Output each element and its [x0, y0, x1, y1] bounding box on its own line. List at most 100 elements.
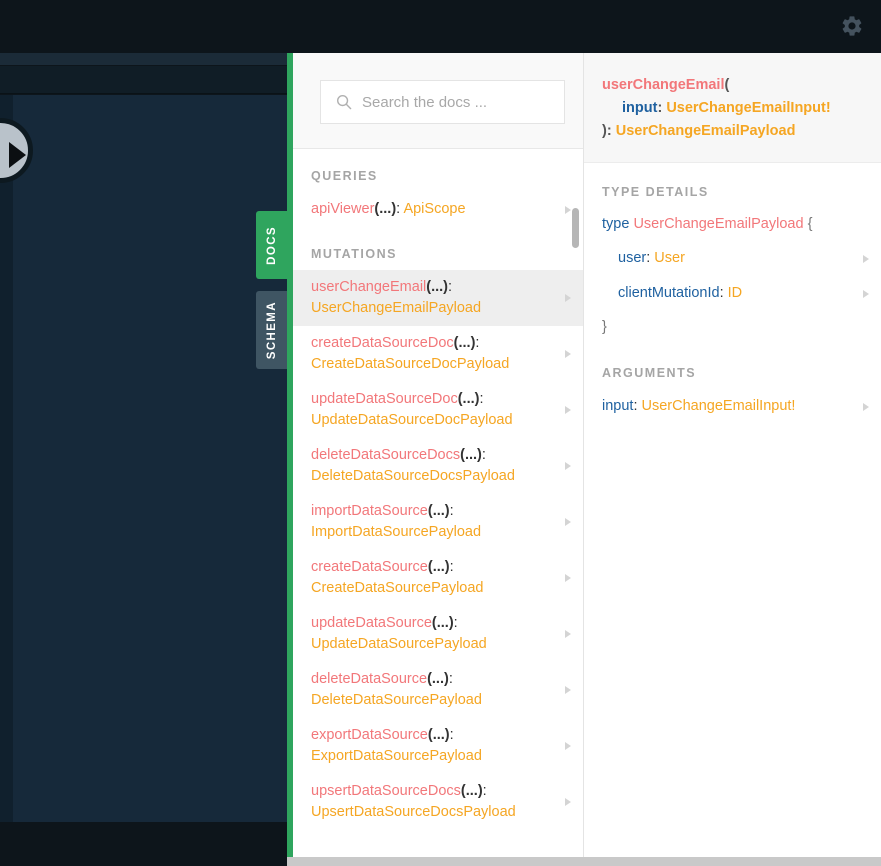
docs-field-colon: :: [448, 671, 453, 687]
play-icon: [9, 142, 26, 168]
graphiql-app: DOCS SCHEMA QUERIESapiViewer(...): ApiSc…: [0, 0, 881, 866]
docs-field-name: updateDataSource: [311, 615, 432, 631]
docs-field-name: apiViewer: [311, 201, 375, 217]
query-editor-body[interactable]: [0, 95, 287, 822]
docs-field-type: CreateDataSourceDocPayload: [311, 356, 510, 372]
docs-scrollbar-thumb[interactable]: [572, 208, 579, 248]
docs-field-args: (...): [427, 559, 450, 575]
type-open-brace: {: [807, 216, 813, 232]
details-panel: userChangeEmail( input: UserChangeEmailI…: [583, 53, 881, 866]
type-close-brace: }: [602, 319, 607, 335]
signature-arg-type[interactable]: UserChangeEmailInput!: [666, 100, 830, 116]
chevron-right-icon: [565, 518, 571, 526]
search-icon: [336, 94, 352, 110]
chevron-right-icon: [863, 289, 869, 298]
signature-arg-name: input: [622, 100, 658, 116]
type-field-type: User: [654, 250, 685, 266]
chevron-right-icon: [863, 254, 869, 263]
type-field-row[interactable]: clientMutationId: ID: [584, 276, 881, 311]
editor-line-gutter: [0, 95, 13, 822]
field-signature: userChangeEmail( input: UserChangeEmailI…: [584, 53, 881, 163]
docs-field-colon: :: [449, 559, 454, 575]
editor-tab-bar[interactable]: [0, 66, 287, 94]
docs-field-row[interactable]: exportDataSource(...): ExportDataSourcePa…: [293, 718, 583, 774]
docs-field-row[interactable]: updateDataSource(...): UpdateDataSourcePa…: [293, 606, 583, 662]
docs-field-name: upsertDataSourceDocs: [311, 783, 461, 799]
horizontal-scrollbar[interactable]: [287, 857, 881, 866]
tab-schema-label: SCHEMA: [265, 300, 278, 360]
signature-arg-colon: :: [657, 100, 663, 116]
docs-field-colon: :: [481, 447, 486, 463]
docs-field-row[interactable]: updateDataSourceDoc(...): UpdateDataSourc…: [293, 382, 583, 438]
docs-panel: QUERIESapiViewer(...): ApiScopeMUTATIONS…: [287, 53, 583, 866]
search-input[interactable]: [362, 93, 552, 111]
docs-field-row[interactable]: deleteDataSource(...): DeleteDataSourcePa…: [293, 662, 583, 718]
editor-footer: [0, 822, 287, 866]
docs-field-row[interactable]: apiViewer(...): ApiScope: [293, 192, 583, 227]
docs-list[interactable]: QUERIES apiViewer(...): ApiScope MUTATIONS…: [293, 149, 583, 866]
docs-field-type: UpdateDataSourcePayload: [311, 636, 487, 652]
chevron-right-icon: [565, 630, 571, 638]
chevron-right-icon: [565, 798, 571, 806]
chevron-right-icon: [565, 406, 571, 414]
docs-field-name: createDataSource: [311, 559, 428, 575]
search-box[interactable]: [320, 80, 565, 124]
docs-section-title: QUERIES: [311, 169, 378, 183]
arguments-heading: ARGUMENTS: [602, 366, 697, 380]
docs-field-colon: :: [449, 503, 454, 519]
docs-field-row[interactable]: deleteDataSourceDocs(...): DeleteDataSour…: [293, 438, 583, 494]
docs-field-row[interactable]: userChangeEmail(...): UserChangeEmailPayl…: [293, 270, 583, 326]
docs-field-colon: :: [475, 335, 480, 351]
docs-field-type: ApiScope: [403, 201, 466, 217]
argument-name: input: [602, 398, 634, 414]
type-declaration: type UserChangeEmailPayload {: [584, 208, 881, 241]
docs-field-type: ExportDataSourcePayload: [311, 748, 482, 764]
docs-search-area: [293, 53, 583, 149]
signature-return-colon: :: [606, 123, 612, 139]
tab-docs[interactable]: DOCS: [256, 211, 287, 279]
docs-field-row[interactable]: createDataSource(...): CreateDataSourcePa…: [293, 550, 583, 606]
docs-field-row[interactable]: importDataSource(...): ImportDataSourcePa…: [293, 494, 583, 550]
docs-field-colon: :: [479, 391, 484, 407]
docs-field-colon: :: [448, 279, 453, 295]
docs-field-type: DeleteDataSourceDocsPayload: [311, 468, 515, 484]
signature-open-paren: (: [724, 77, 730, 93]
docs-field-args: (...): [460, 783, 483, 799]
docs-field-args: (...): [374, 201, 397, 217]
docs-field-colon: :: [453, 615, 458, 631]
type-field-name: clientMutationId: [618, 285, 720, 301]
docs-field-name: deleteDataSource: [311, 671, 428, 687]
tab-docs-label: DOCS: [265, 225, 278, 265]
settings-button[interactable]: [840, 14, 864, 38]
docs-field-name: createDataSourceDoc: [311, 335, 454, 351]
tab-schema[interactable]: SCHEMA: [256, 291, 287, 369]
argument-colon: :: [633, 398, 642, 414]
type-keyword: type: [602, 216, 630, 232]
editor-toolbar-strip: [0, 53, 287, 65]
docs-field-args: (...): [426, 279, 449, 295]
gear-icon: [840, 14, 864, 38]
docs-field-name: importDataSource: [311, 503, 428, 519]
docs-field-row[interactable]: createDataSourceDoc(...): CreateDataSourc…: [293, 326, 583, 382]
argument-row[interactable]: input: UserChangeEmailInput!: [584, 389, 881, 424]
docs-field-type: CreateDataSourcePayload: [311, 580, 484, 596]
docs-field-colon: :: [449, 727, 454, 743]
docs-field-args: (...): [427, 727, 450, 743]
type-field-list: user: User clientMutationId: ID: [584, 241, 881, 311]
type-details-heading: TYPE DETAILS: [602, 185, 709, 199]
chevron-right-icon: [565, 742, 571, 750]
type-name[interactable]: UserChangeEmailPayload: [633, 216, 803, 232]
chevron-right-icon: [565, 686, 571, 694]
signature-field-name[interactable]: userChangeEmail: [602, 77, 725, 93]
chevron-right-icon: [863, 402, 869, 411]
docs-field-type: ImportDataSourcePayload: [311, 524, 482, 540]
type-field-row[interactable]: user: User: [584, 241, 881, 276]
docs-field-args: (...): [460, 447, 482, 463]
docs-field-row[interactable]: upsertDataSourceDocs(...): UpsertDataSour…: [293, 774, 583, 830]
signature-return-type[interactable]: UserChangeEmailPayload: [616, 123, 796, 139]
docs-field-args: (...): [431, 615, 454, 631]
chevron-right-icon: [565, 574, 571, 582]
type-close-brace-line: }: [584, 311, 881, 344]
chevron-right-icon: [565, 205, 571, 214]
chevron-right-icon: [565, 462, 571, 470]
